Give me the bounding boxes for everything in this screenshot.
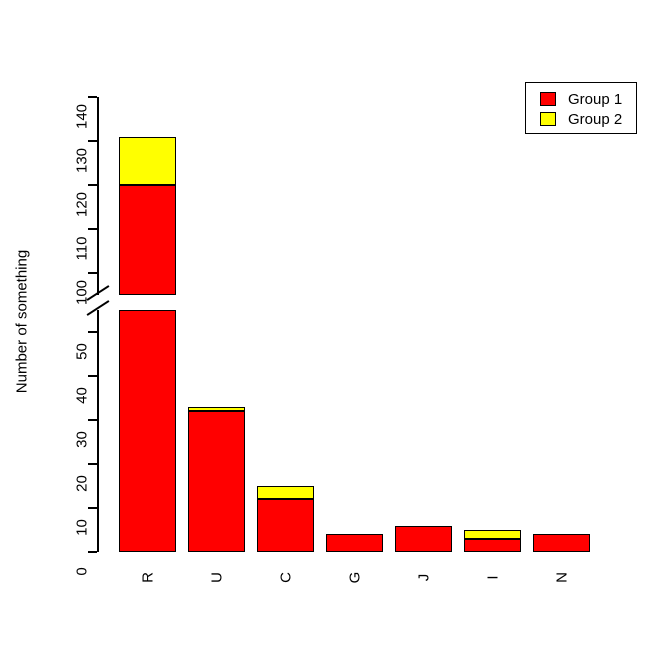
bar-J-group-1 <box>395 525 452 552</box>
bar-R-group-1-lower <box>119 310 176 552</box>
y-tick-label-100: 100 <box>73 279 91 306</box>
y-tick-label-130: 130 <box>73 147 91 174</box>
bar-R-group-2 <box>119 136 176 185</box>
bar-R-group-1-upper <box>119 185 176 295</box>
legend-label-group-1: Group 1 <box>568 90 623 108</box>
x-axis-label-G: G <box>346 571 363 584</box>
chart-canvas: Number of something 0 10 20 30 40 50 100 110 120… <box>0 0 672 672</box>
bar-I-group-2 <box>464 530 521 539</box>
y-tick-label-140: 140 <box>73 103 91 130</box>
y-tick-label-20: 20 <box>73 475 91 492</box>
y-axis-title: Number of something <box>13 249 31 394</box>
x-axis-label-U: U <box>208 572 225 583</box>
x-axis-label-R: R <box>139 572 156 583</box>
y-tick-label-40: 40 <box>73 387 91 404</box>
y-axis-line-lower <box>97 310 99 552</box>
x-axis-label-J: J <box>415 573 432 582</box>
y-tick-label-120: 120 <box>73 191 91 218</box>
bar-U-group-1 <box>188 411 245 552</box>
y-axis-line-upper <box>97 97 99 295</box>
legend: Group 1 Group 2 <box>525 82 637 134</box>
bar-N-group-1 <box>533 534 590 552</box>
y-tick-label-110: 110 <box>73 236 91 261</box>
bar-C-group-1 <box>257 499 314 552</box>
legend-swatch-group-2 <box>540 112 556 126</box>
bar-G-group-1 <box>326 534 383 552</box>
y-tick-label-10: 10 <box>73 519 91 536</box>
bar-U-group-2 <box>188 406 245 412</box>
y-tick-label-0: 0 <box>73 567 91 576</box>
legend-swatch-group-1 <box>540 92 556 106</box>
bar-C-group-2 <box>257 486 314 500</box>
y-tick-label-30: 30 <box>73 431 91 448</box>
x-axis-label-C: C <box>277 572 294 583</box>
y-tick-label-50: 50 <box>73 343 91 360</box>
x-axis-label-I: I <box>484 575 501 580</box>
legend-entry-group-2: Group 2 <box>540 109 622 129</box>
legend-label-group-2: Group 2 <box>568 110 623 128</box>
bar-I-group-1 <box>464 538 521 552</box>
x-axis-label-N: N <box>553 572 570 583</box>
legend-entry-group-1: Group 1 <box>540 89 622 109</box>
